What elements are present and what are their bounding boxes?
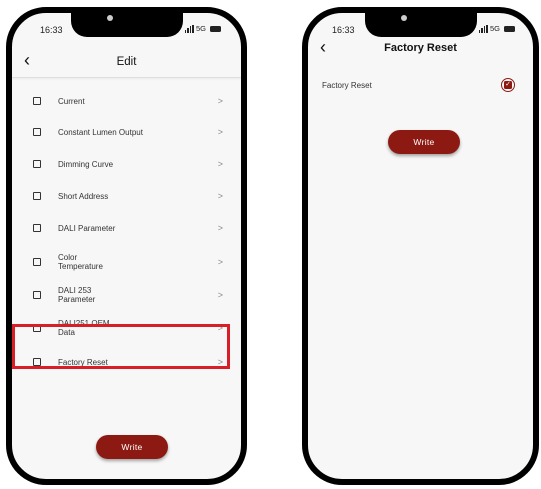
write-button[interactable]: Write (96, 435, 168, 459)
list-item-label: DALI 253 Parameter (58, 286, 96, 304)
signal-icon (184, 24, 194, 33)
checkbox[interactable] (33, 160, 41, 168)
list-item-dali-parameter[interactable]: DALI Parameter > (12, 213, 241, 243)
page-title: Factory Reset (384, 42, 457, 54)
list-item-label: Constant Lumen Output (58, 127, 143, 137)
phone-left: 16:33 5G ‹ Edit Current > Constant Lumen… (6, 7, 247, 485)
write-button[interactable]: Write (388, 130, 460, 154)
status-time: 16:33 (332, 25, 355, 35)
list-item-dimming-curve[interactable]: Dimming Curve > (12, 149, 241, 179)
chevron-right-icon: > (217, 191, 223, 201)
network-label: 5G (195, 24, 206, 33)
chevron-right-icon: > (217, 290, 223, 300)
list-item-color-temperature[interactable]: Color Temperature > (12, 247, 241, 277)
notch (70, 13, 183, 37)
factory-reset-label: Factory Reset (322, 81, 372, 90)
checkbox[interactable] (33, 258, 41, 266)
checkbox[interactable] (33, 224, 41, 232)
list-item-label: Current (58, 96, 85, 106)
nav-bar: ‹ Edit (12, 47, 241, 78)
signal-icon (478, 24, 488, 33)
list-item-label: Dimming Curve (58, 159, 114, 169)
chevron-right-icon: > (217, 127, 223, 137)
factory-reset-row[interactable]: Factory Reset ✓ (308, 75, 533, 99)
checkbox[interactable] (33, 128, 41, 136)
list-item-label: Color Temperature (58, 253, 103, 271)
list-item-current[interactable]: Current > (12, 86, 241, 116)
camera (400, 15, 407, 21)
chevron-right-icon: > (217, 223, 223, 233)
chevron-right-icon: > (217, 96, 223, 106)
checkbox[interactable] (33, 97, 41, 105)
camera (106, 15, 113, 21)
chevron-right-icon: > (217, 257, 223, 267)
page-title: Edit (116, 56, 137, 68)
list-item-label: DALI Parameter (58, 223, 116, 233)
nav-bar: ‹ Factory Reset (308, 35, 533, 61)
checked-checkbox-icon[interactable]: ✓ (501, 78, 515, 92)
list-item-constant-lumen-output[interactable]: Constant Lumen Output > (12, 117, 241, 147)
status-indicators: 5G (478, 24, 515, 33)
status-indicators: 5G (184, 24, 221, 33)
checkmark-icon: ✓ (504, 81, 512, 89)
list-item-dali-253-parameter[interactable]: DALI 253 Parameter > (12, 280, 241, 310)
phone-right: 16:33 5G ‹ Factory Reset Factory Reset ✓… (302, 7, 539, 485)
checkbox[interactable] (33, 291, 41, 299)
checkbox[interactable] (33, 192, 41, 200)
status-time: 16:33 (40, 25, 63, 35)
list-item-label: Short Address (58, 191, 109, 201)
battery-icon (504, 25, 515, 32)
notch (364, 13, 477, 37)
network-label: 5G (489, 24, 500, 33)
chevron-right-icon: > (217, 159, 223, 169)
battery-icon (210, 25, 221, 32)
highlight-box (12, 324, 230, 369)
list-item-short-address[interactable]: Short Address > (12, 181, 241, 211)
